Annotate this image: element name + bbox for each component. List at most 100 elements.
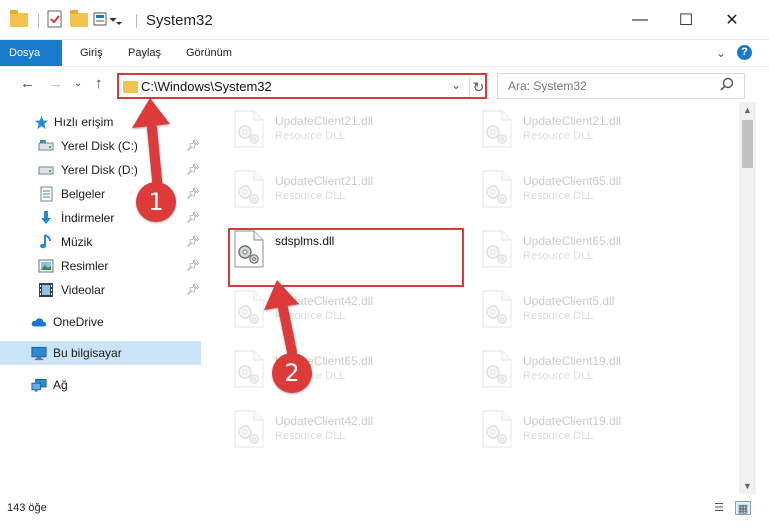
scroll-down-icon[interactable]: ▼ [739,478,756,494]
drive-icon [38,162,54,178]
status-bar: 143 öğe ☰ ▦ [0,494,769,522]
sidebar-item-label: Resimler [61,259,109,273]
dll-file-icon [481,350,513,388]
sidebar-item-label: Hızlı erişim [54,115,114,129]
address-path[interactable]: C:\Windows\System32 [141,79,272,94]
scroll-up-icon[interactable]: ▲ [739,102,756,118]
file-type: Resource DLL [523,190,594,202]
item-count: 143 öğe [7,502,47,514]
close-button[interactable]: ✕ [709,0,755,40]
sidebar-item-music[interactable]: Müzik 📌︎ [0,230,201,254]
sidebar-item-onedrive[interactable]: OneDrive [0,310,201,334]
file-item[interactable]: UpdateClient65.dll Resource DLL [229,346,469,402]
dll-file-icon [233,410,265,448]
recent-locations-chevron-icon[interactable]: ⌄ [74,78,82,89]
file-item[interactable]: UpdateClient21.dll Resource DLL [477,106,717,162]
title-bar: System32 — ☐ ✕ [0,0,769,40]
file-name: UpdateClient21.dll [275,114,374,128]
file-type: Resource DLL [275,430,346,442]
pin-icon[interactable]: 📌︎ [186,139,200,152]
divider [136,14,137,28]
file-name: UpdateClient65.dll [523,174,622,188]
file-item[interactable]: UpdateClient19.dll Resource DLL [477,406,717,462]
file-name: UpdateClient21.dll [275,174,374,188]
pin-icon[interactable]: 📌︎ [186,187,200,200]
back-arrow-icon[interactable]: ← [20,75,35,92]
sidebar-item-label: OneDrive [53,315,104,329]
tab-gorunum[interactable]: Görünüm [186,40,232,66]
large-icons-view-icon[interactable]: ▦ [735,501,751,515]
customize-toolbar-icon[interactable] [93,12,123,31]
maximize-button[interactable]: ☐ [663,0,709,40]
properties-icon[interactable] [47,10,63,31]
sidebar-item-label: İndirmeler [61,211,115,225]
refresh-icon[interactable]: ↻ [469,77,487,97]
tab-dosya[interactable]: Dosya [0,40,62,66]
pin-icon[interactable]: 📌︎ [186,163,200,176]
file-name: UpdateClient42.dll [275,414,374,428]
vertical-scrollbar[interactable]: ▲ ▼ [739,102,756,494]
file-item[interactable]: UpdateClient42.dll Resource DLL [229,286,469,342]
file-type: Resource DLL [275,190,346,202]
file-type: Resource DLL [275,310,346,322]
computer-icon [31,345,47,361]
music-icon [38,234,54,250]
navigation-pane: Hızlı erişim Yerel Disk (C:) 📌︎ Yerel Di… [0,102,205,494]
dll-file-icon [233,290,265,328]
address-bar[interactable]: C:\Windows\System32 ⌄ ↻ [117,73,487,99]
address-dropdown-chevron-icon[interactable]: ⌄ [451,78,461,92]
scroll-thumb[interactable] [742,120,753,168]
up-arrow-icon[interactable]: ↑ [95,75,103,92]
sidebar-item-network[interactable]: Ağ [0,373,201,397]
sidebar-item-label: Müzik [61,235,93,249]
file-name: UpdateClient5.dll [523,294,615,308]
file-item[interactable]: UpdateClient65.dll Resource DLL [477,166,717,222]
sidebar-item-label: Ağ [53,378,68,392]
step-marker-1: 1 [136,182,176,222]
sidebar-item-this-pc[interactable]: Bu bilgisayar [0,341,201,365]
new-folder-icon[interactable] [70,10,88,27]
folder-icon [123,81,138,93]
forward-arrow-icon[interactable]: → [48,75,63,92]
sidebar-item-quick-access[interactable]: Hızlı erişim [0,110,201,134]
tab-giris[interactable]: Giriş [80,40,103,66]
file-type: Resource DLL [523,310,594,322]
file-type: Resource DLL [523,430,594,442]
pin-icon[interactable]: 📌︎ [186,235,200,248]
sidebar-item-local-disk-c[interactable]: Yerel Disk (C:) 📌︎ [0,134,201,158]
file-type: Resource DLL [275,130,346,142]
dll-file-icon [481,110,513,148]
sidebar-item-pictures[interactable]: Resimler 📌︎ [0,254,201,278]
star-icon [33,114,49,130]
minimize-button[interactable]: — [617,0,663,40]
divider [38,14,39,28]
file-item[interactable]: UpdateClient42.dll Resource DLL [229,406,469,462]
file-item[interactable]: UpdateClient5.dll Resource DLL [477,286,717,342]
dll-file-icon [481,410,513,448]
search-icon[interactable] [720,77,734,94]
file-type: Resource DLL [523,250,594,262]
sidebar-item-videos[interactable]: Videolar 📌︎ [0,278,201,302]
pin-icon[interactable]: 📌︎ [186,283,200,296]
pin-icon[interactable]: 📌︎ [186,211,200,224]
file-name: UpdateClient21.dll [523,114,622,128]
dll-file-icon [481,170,513,208]
file-item[interactable]: UpdateClient21.dll Resource DLL [229,106,469,162]
download-icon [38,210,54,226]
sidebar-item-label: Bu bilgisayar [53,346,122,360]
details-view-icon[interactable]: ☰ [711,501,727,515]
file-list: UpdateClient21.dll Resource DLL UpdateCl… [205,102,738,494]
tab-paylas[interactable]: Paylaş [128,40,161,66]
window-title: System32 [146,12,213,29]
help-button[interactable]: ? [737,45,752,60]
cloud-icon [31,314,47,330]
pin-icon[interactable]: 📌︎ [186,259,200,272]
file-item[interactable]: UpdateClient19.dll Resource DLL [477,346,717,402]
file-name: UpdateClient19.dll [523,354,622,368]
file-item[interactable]: UpdateClient65.dll Resource DLL [477,226,717,282]
expand-ribbon-icon[interactable]: ⌄ [716,46,726,60]
video-icon [38,282,54,298]
sidebar-item-local-disk-d[interactable]: Yerel Disk (D:) 📌︎ [0,158,201,182]
file-item[interactable]: UpdateClient21.dll Resource DLL [229,166,469,222]
search-input[interactable]: Ara: System32 [497,73,745,99]
